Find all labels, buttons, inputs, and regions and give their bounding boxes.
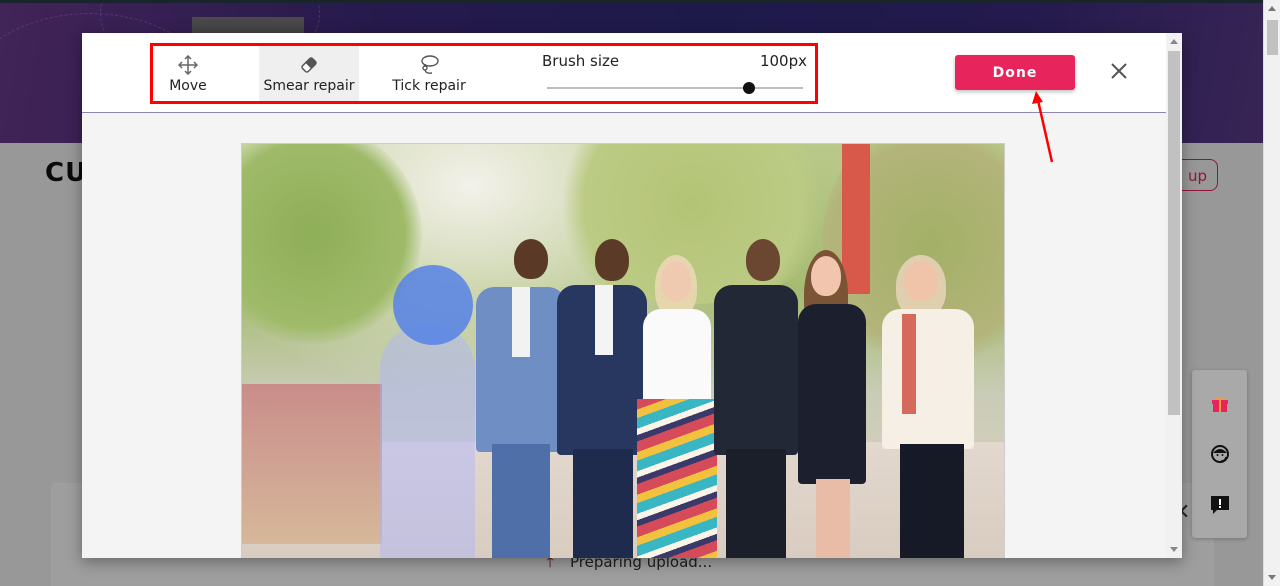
tool-tick-repair-label: Tick repair xyxy=(392,77,466,94)
photo-red-pole xyxy=(842,144,870,294)
brush-size-value: 100px xyxy=(759,52,807,70)
scroll-down-arrow-icon[interactable] xyxy=(1268,575,1276,580)
floating-side-widget xyxy=(1192,370,1247,538)
tool-tick-repair[interactable]: Tick repair xyxy=(381,46,477,101)
repair-toolbar: Move Smear repair Tick repair Brush size… xyxy=(150,43,818,104)
tool-move-label: Move xyxy=(169,77,207,94)
tool-smear-repair[interactable]: Smear repair xyxy=(259,46,359,101)
tool-move[interactable]: Move xyxy=(153,46,223,101)
brush-size-label: Brush size xyxy=(542,52,620,70)
move-icon xyxy=(177,54,199,76)
brush-size-control: Brush size 100px xyxy=(527,46,807,101)
scroll-down-arrow-icon[interactable] xyxy=(1170,547,1178,552)
photo-canvas[interactable] xyxy=(241,143,1005,558)
photo-wall xyxy=(242,384,382,544)
feedback-icon[interactable] xyxy=(1208,493,1232,517)
scroll-up-arrow-icon[interactable] xyxy=(1268,6,1276,11)
brush-size-slider-thumb[interactable] xyxy=(743,82,756,94)
modal-scrollbar-thumb[interactable] xyxy=(1168,51,1180,415)
page-scrollbar[interactable] xyxy=(1263,0,1280,586)
scroll-up-arrow-icon[interactable] xyxy=(1170,39,1178,44)
page-scrollbar-thumb[interactable] xyxy=(1267,20,1278,55)
lasso-icon xyxy=(418,54,440,76)
done-button[interactable]: Done xyxy=(955,55,1075,90)
gift-icon[interactable] xyxy=(1208,391,1232,415)
modal-scrollbar[interactable] xyxy=(1166,33,1182,558)
close-icon[interactable] xyxy=(1109,61,1129,81)
brush-cursor xyxy=(393,265,473,345)
eraser-icon xyxy=(298,54,320,76)
support-agent-icon[interactable] xyxy=(1208,442,1232,466)
image-repair-modal: Move Smear repair Tick repair Brush size… xyxy=(82,33,1182,558)
smear-mask-area xyxy=(380,324,475,558)
modal-header: Move Smear repair Tick repair Brush size… xyxy=(82,33,1166,113)
brush-size-slider[interactable] xyxy=(547,82,803,94)
tool-smear-repair-label: Smear repair xyxy=(263,77,355,94)
